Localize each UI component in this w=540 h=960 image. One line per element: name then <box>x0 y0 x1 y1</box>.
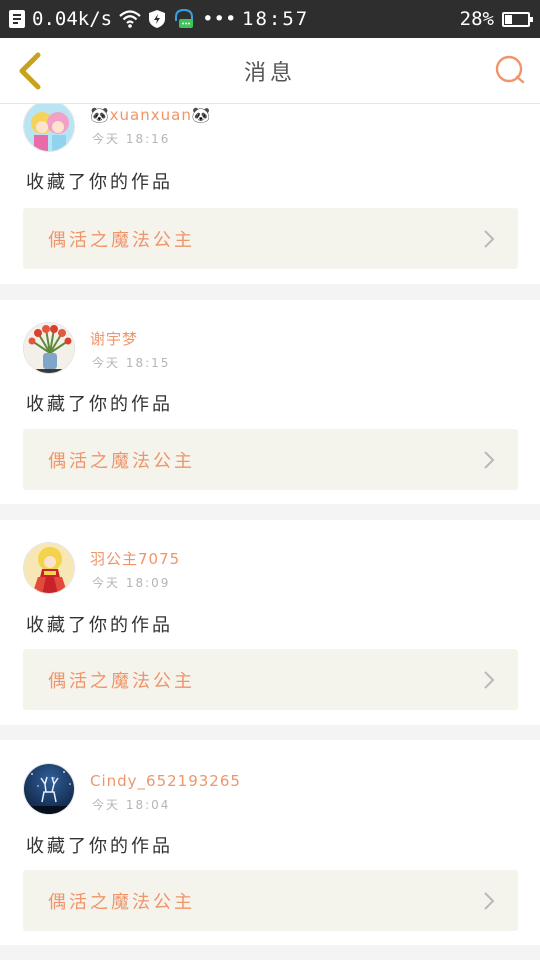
message-card: 谢宇梦 今天 18:15 收藏了你的作品 偶活之魔法公主 <box>0 300 540 504</box>
user-avatar[interactable] <box>23 542 75 594</box>
message-time: 今天 18:16 <box>92 132 171 146</box>
work-title: 偶活之魔法公主 <box>48 450 195 472</box>
work-link[interactable]: 偶活之魔法公主 <box>23 429 518 490</box>
user-avatar[interactable] <box>23 104 75 152</box>
user-avatar[interactable] <box>23 322 75 374</box>
top-nav-bar: 消息 <box>0 38 540 104</box>
user-name[interactable]: 🐼xuanxuan🐼 <box>90 106 212 124</box>
battery-icon <box>502 11 533 27</box>
action-text: 收藏了你的作品 <box>26 394 173 415</box>
message-time: 今天 18:15 <box>92 356 171 370</box>
page-title: 消息 <box>243 61 296 86</box>
user-name[interactable]: Cindy_652193265 <box>90 772 241 790</box>
action-text: 收藏了你的作品 <box>26 615 173 636</box>
chevron-right-icon <box>484 230 495 248</box>
headset-chat-icon <box>172 7 196 31</box>
message-time: 今天 18:09 <box>92 576 171 590</box>
user-name[interactable]: 羽公主7075 <box>90 548 180 569</box>
message-card: Cindy_652193265 今天 18:04 收藏了你的作品 偶活之魔法公主 <box>0 740 540 945</box>
message-time: 今天 18:04 <box>92 798 171 812</box>
message-card: 🐼xuanxuan🐼 今天 18:16 收藏了你的作品 偶活之魔法公主 <box>0 104 540 284</box>
search-button[interactable] <box>494 54 526 86</box>
user-name[interactable]: 谢宇梦 <box>90 328 138 349</box>
user-avatar[interactable] <box>23 763 75 815</box>
chevron-right-icon <box>484 892 495 910</box>
search-icon <box>495 55 525 84</box>
chevron-right-icon <box>484 451 495 469</box>
status-right: 28% <box>459 0 533 38</box>
work-link[interactable]: 偶活之魔法公主 <box>23 649 518 710</box>
more-indicator: ••• <box>202 8 237 30</box>
wifi-icon <box>118 9 142 29</box>
message-list: 🐼xuanxuan🐼 今天 18:16 收藏了你的作品 偶活之魔法公主 谢宇梦 … <box>0 104 540 960</box>
net-speed: 0.04k/s <box>32 8 113 30</box>
work-title: 偶活之魔法公主 <box>48 670 195 692</box>
status-bar: 0.04k/s ••• 18:57 28% <box>0 0 540 38</box>
work-title: 偶活之魔法公主 <box>48 891 195 913</box>
notification-icon <box>8 9 26 29</box>
action-text: 收藏了你的作品 <box>26 172 173 193</box>
battery-fill <box>505 14 512 24</box>
action-text: 收藏了你的作品 <box>26 836 173 857</box>
work-title: 偶活之魔法公主 <box>48 229 195 251</box>
battery-percent: 28% <box>459 8 494 30</box>
clock: 18:57 <box>242 8 310 30</box>
shield-icon <box>148 9 166 29</box>
work-link[interactable]: 偶活之魔法公主 <box>23 870 518 931</box>
status-left: 0.04k/s ••• <box>8 0 236 38</box>
chevron-right-icon <box>484 671 495 689</box>
work-link[interactable]: 偶活之魔法公主 <box>23 208 518 269</box>
message-card: 羽公主7075 今天 18:09 收藏了你的作品 偶活之魔法公主 <box>0 520 540 725</box>
